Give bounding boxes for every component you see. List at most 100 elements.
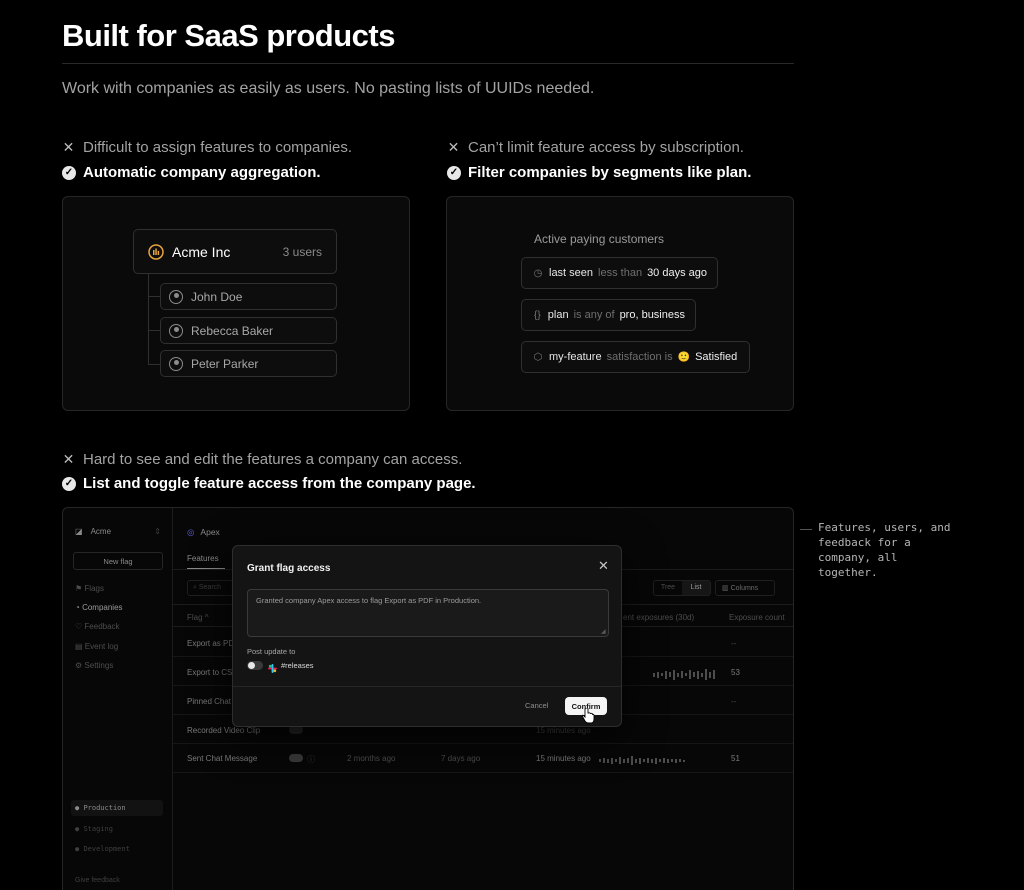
cancel-button[interactable]: Cancel	[525, 701, 548, 710]
user-row: Peter Parker	[160, 350, 337, 377]
info-icon: ⓘ	[307, 755, 315, 764]
columns-label: Columns	[730, 585, 759, 592]
feature-access-toggle[interactable]	[289, 726, 303, 734]
filter-value: 30 days ago	[647, 267, 707, 279]
env-development[interactable]: ● Development	[75, 845, 130, 853]
sidebar-item-flags[interactable]: ⚑ Flags	[75, 584, 104, 593]
cross-icon: ✕	[447, 139, 460, 155]
message-textarea[interactable]: Granted company Apex access to flag Expo…	[247, 589, 609, 637]
table-row-flag[interactable]: Export to CSV	[187, 668, 238, 677]
env-staging[interactable]: ● Staging	[75, 825, 113, 833]
feature-problem-3: ✕ Hard to see and edit the features a co…	[62, 451, 463, 468]
company-header-name: Apex	[200, 527, 220, 537]
search-input[interactable]: ⌕ Search	[187, 580, 237, 596]
company-name: Acme Inc	[172, 243, 231, 260]
org-switcher[interactable]: ◪ Acme ⇕	[75, 527, 161, 536]
feature-problem-text: Can’t limit feature access by subscripti…	[468, 139, 744, 156]
filter-value: Satisfied	[695, 351, 738, 363]
column-header-flag[interactable]: Flag ^	[187, 613, 209, 622]
tree-connector	[148, 330, 160, 331]
row-divider	[173, 743, 793, 744]
dialog-divider	[233, 686, 621, 687]
segment-filter-row: ◷ last seen less than 30 days ago	[521, 257, 718, 289]
company-header: ◎ Apex	[187, 527, 220, 538]
table-row-flag[interactable]: Sent Chat Message	[187, 754, 257, 763]
segment-title: Active paying customers	[534, 232, 665, 246]
filter-key: plan	[547, 309, 569, 321]
post-update-toggle[interactable]	[247, 661, 263, 670]
company-icon: ◎	[187, 527, 195, 537]
env-label: Development	[83, 845, 130, 853]
dialog-title: Grant flag access	[247, 563, 331, 574]
cross-icon: ✕	[62, 139, 75, 155]
feature-problem-1: ✕ Difficult to assign features to compan…	[62, 139, 352, 156]
table-row-flag[interactable]: Pinned Chat	[187, 697, 231, 706]
column-header-exposure-count[interactable]: Exposure count	[729, 613, 785, 622]
env-production[interactable]: ● Production	[71, 800, 163, 816]
feature-problem-text: Difficult to assign features to companie…	[83, 139, 353, 156]
feature-solution-text: Automatic company aggregation.	[83, 164, 321, 181]
tree-connector	[148, 274, 149, 364]
close-icon[interactable]: ✕	[598, 558, 609, 574]
channel-name: #releases	[281, 661, 314, 670]
post-update-label: Post update to	[247, 647, 296, 656]
feature-access-toggle[interactable]	[289, 754, 303, 762]
page-title: Built for SaaS products	[62, 18, 395, 53]
filter-operator: less than	[598, 267, 643, 279]
view-toggle: Tree List	[653, 580, 711, 596]
table-row-tail: --	[731, 697, 737, 706]
first-seen: 2 months ago	[347, 754, 396, 763]
feature-solution-2: ✓ Filter companies by segments like plan…	[447, 164, 751, 181]
satisfaction-emoji-icon: 🙂	[677, 351, 691, 363]
title-divider	[62, 63, 794, 64]
user-avatar-icon	[169, 323, 183, 338]
give-feedback-link[interactable]: Give feedback	[75, 877, 120, 884]
clock-icon: ◷	[533, 267, 543, 279]
user-name: Peter Parker	[191, 356, 259, 371]
check-icon: ✓	[62, 476, 76, 491]
chevron-updown-icon: ⇕	[154, 527, 161, 536]
columns-button[interactable]: ▥ Columns	[715, 580, 775, 596]
row-divider	[173, 772, 793, 773]
filter-value: pro, business	[619, 309, 685, 321]
user-row: John Doe	[160, 283, 337, 310]
user-name: Rebecca Baker	[191, 323, 274, 338]
search-placeholder: Search	[198, 584, 222, 591]
new-flag-button[interactable]: New flag	[73, 552, 163, 570]
view-list-option[interactable]: List	[682, 581, 710, 595]
feature-solution-1: ✓ Automatic company aggregation.	[62, 164, 321, 181]
hand-cursor-icon	[581, 707, 595, 729]
table-row-flag[interactable]: Recorded Video Clip	[187, 726, 260, 735]
env-label: Staging	[83, 825, 113, 833]
sidebar-item-feedback[interactable]: ♡ Feedback	[75, 622, 120, 631]
last-seen: 7 days ago	[441, 754, 481, 763]
filter-key: last seen	[549, 267, 594, 279]
feature-solution-3: ✓ List and toggle feature access from th…	[62, 475, 476, 492]
column-header-exposures[interactable]: ent exposures (30d)	[623, 613, 694, 622]
company-user-count: 3 users	[282, 244, 322, 259]
view-tree-option[interactable]: Tree	[654, 581, 682, 595]
user-row: Rebecca Baker	[160, 317, 337, 344]
sidebar-item-label: Companies	[82, 603, 123, 612]
sidebar-item-companies[interactable]: ◔ Companies	[75, 603, 123, 612]
sidebar-item-label: Event log	[84, 642, 119, 651]
user-avatar-icon	[169, 356, 183, 371]
slack-icon	[268, 660, 277, 678]
grant-flag-access-dialog: Grant flag access ✕ Granted company Apex…	[232, 545, 622, 727]
annotation-line	[800, 529, 812, 530]
feature-solution-text: List and toggle feature access from the …	[83, 475, 476, 492]
cube-icon: ⬡	[533, 351, 543, 363]
cross-icon: ✕	[62, 451, 75, 467]
check-icon: ✓	[447, 165, 461, 180]
feature-problem-text: Hard to see and edit the features a comp…	[83, 451, 463, 468]
tab-features[interactable]: Features	[187, 554, 219, 563]
tree-connector	[148, 364, 160, 365]
filter-operator: satisfaction is	[606, 351, 673, 363]
exposure-sparkline	[599, 752, 687, 766]
tree-connector	[148, 296, 160, 297]
resize-handle-icon[interactable]: ◢	[601, 628, 606, 635]
company-row: Acme Inc 3 users	[133, 229, 337, 274]
sidebar-item-event-log[interactable]: ▤ Event log	[75, 642, 118, 651]
user-avatar-icon	[169, 289, 183, 304]
sidebar-item-settings[interactable]: ⚙ Settings	[75, 661, 113, 670]
